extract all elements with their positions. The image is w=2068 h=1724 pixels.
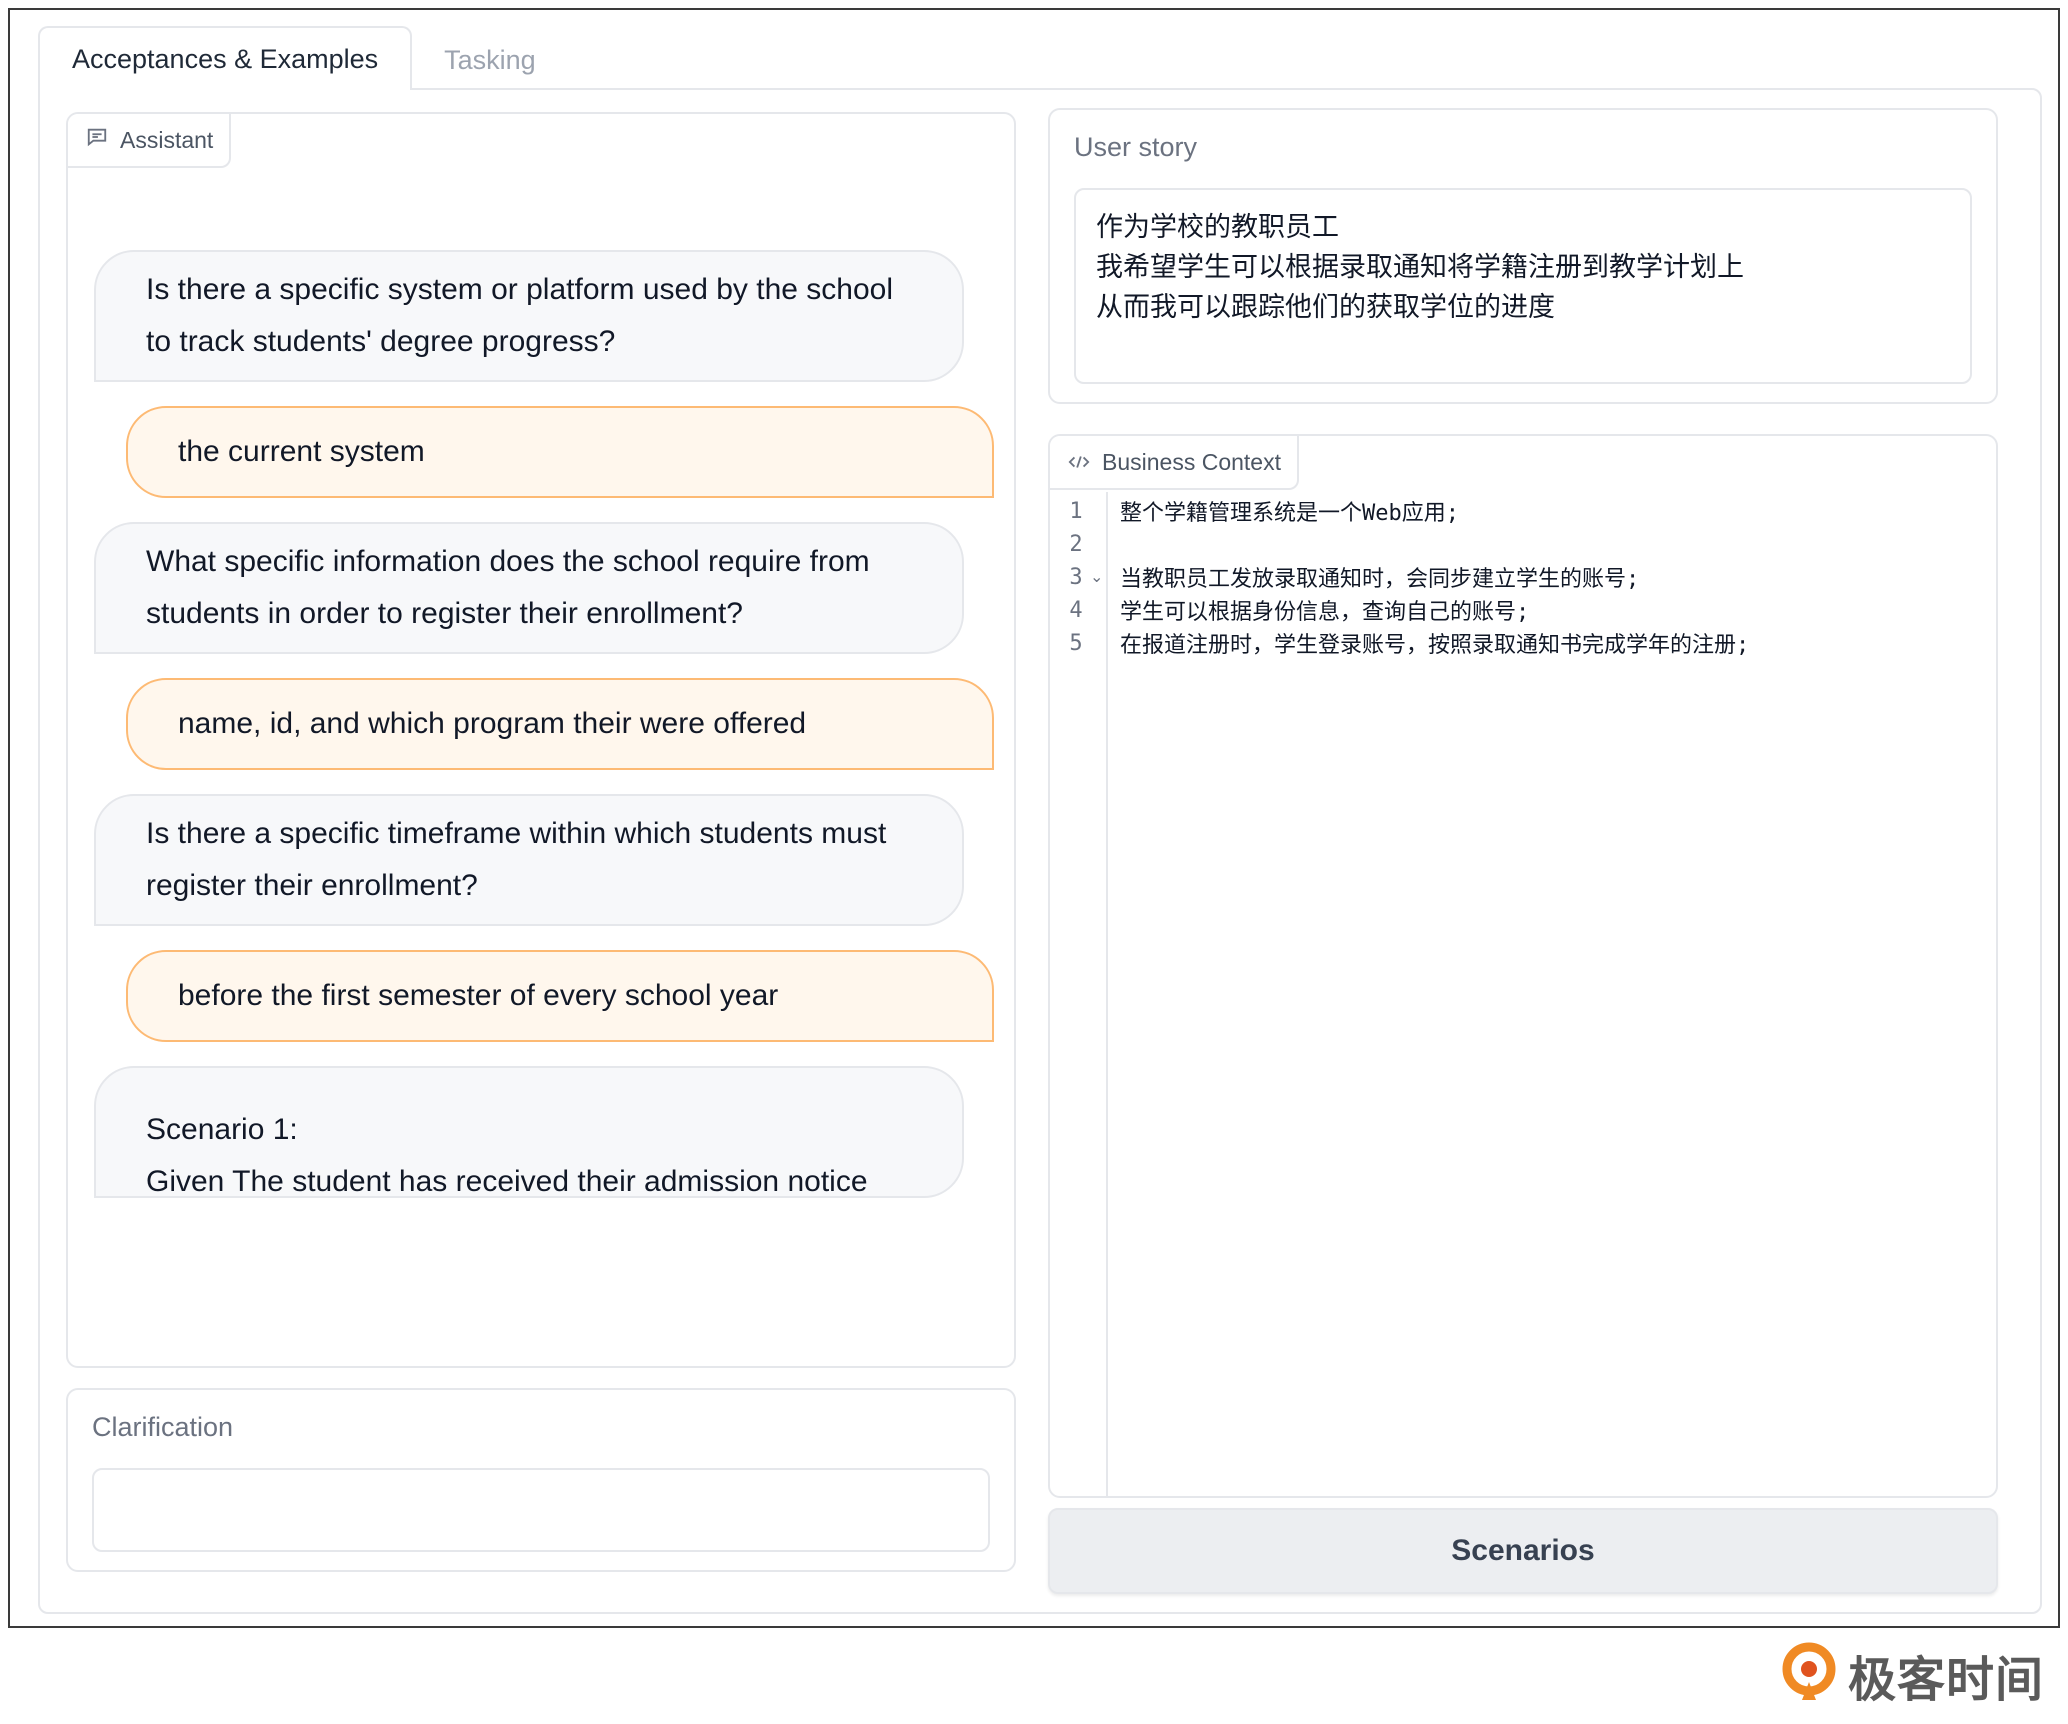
message-line: register their enrollment?	[146, 869, 478, 902]
message-list[interactable]: Is there a specific system or platform u…	[68, 192, 1014, 1366]
app-window: Acceptances & Examples Tasking Assistant…	[8, 8, 2060, 1628]
message-line: to track students' degree progress?	[146, 325, 616, 358]
user-story-textarea[interactable]: 作为学校的教职员工 我希望学生可以根据录取通知将学籍注册到教学计划上 从而我可以…	[1074, 188, 1972, 384]
assistant-message: Is there a specific system or platform u…	[94, 250, 964, 382]
business-context-badge: Business Context	[1050, 436, 1299, 490]
code-line[interactable]: 2	[1050, 527, 1996, 561]
assistant-message: Scenario 1: Given The student has receiv…	[94, 1066, 964, 1198]
business-context-label: Business Context	[1102, 448, 1281, 475]
message-line: before the first semester of every schoo…	[178, 979, 779, 1012]
assistant-message: What specific information does the schoo…	[94, 522, 964, 654]
message-line: the current system	[178, 435, 425, 468]
scenarios-button[interactable]: Scenarios	[1048, 1508, 1998, 1594]
business-context-editor: Business Context 1 整个学籍管理系统是一个Web应用; 2 3…	[1048, 434, 1998, 1498]
tab-panel: Assistant Is there a specific system or …	[38, 88, 2042, 1614]
code-text: 在报道注册时，学生登录账号，按照录取通知书完成学年的注册;	[1120, 633, 1750, 658]
user-story-label: User story	[1074, 132, 1198, 162]
assistant-message: Is there a specific timeframe within whi…	[94, 794, 964, 926]
assistant-badge: Assistant	[68, 114, 232, 168]
fold-chevron-icon[interactable]: ⌄	[1090, 567, 1103, 587]
code-text: 学生可以根据身份信息，查询自己的账号;	[1120, 600, 1530, 625]
code-line[interactable]: 1 整个学籍管理系统是一个Web应用;	[1050, 494, 1996, 528]
watermark: 极客时间	[1780, 1640, 2044, 1710]
line-number: 2	[1069, 531, 1083, 557]
user-message: the current system	[126, 406, 994, 498]
line-number: 4	[1069, 597, 1083, 623]
message-line: Is there a specific system or platform u…	[146, 273, 893, 306]
assistant-label: Assistant	[120, 126, 214, 153]
code-text: 整个学籍管理系统是一个Web应用;	[1120, 501, 1459, 526]
code-line[interactable]: 3 ⌄ 当教职员工发放录取通知时，会同步建立学生的账号;	[1050, 560, 1996, 594]
code-line[interactable]: 4 学生可以根据身份信息，查询自己的账号;	[1050, 593, 1996, 627]
message-line: Given The student has received their adm…	[146, 1165, 868, 1198]
message-line: Scenario 1:	[146, 1113, 298, 1146]
assistant-chatbot: Assistant Is there a specific system or …	[66, 112, 1016, 1368]
clarification-input[interactable]	[92, 1468, 990, 1552]
geektime-logo-icon	[1780, 1642, 1838, 1709]
code-text: 当教职员工发放录取通知时，会同步建立学生的账号;	[1120, 567, 1640, 592]
message-line: What specific information does the schoo…	[146, 545, 870, 578]
message-line: name, id, and which program their were o…	[178, 707, 807, 740]
message-line: Is there a specific timeframe within whi…	[146, 817, 887, 850]
chat-icon	[86, 126, 108, 154]
tab-acceptances-examples[interactable]: Acceptances & Examples	[38, 26, 413, 90]
line-number: 5	[1069, 630, 1083, 656]
tab-bar: Acceptances & Examples Tasking	[38, 24, 568, 90]
message-line: students in order to register their enro…	[146, 597, 743, 630]
clarification-label: Clarification	[92, 1412, 234, 1442]
code-line[interactable]: 5 在报道注册时，学生登录账号，按照录取通知书完成学年的注册;	[1050, 626, 1996, 660]
user-story-block: User story 作为学校的教职员工 我希望学生可以根据录取通知将学籍注册到…	[1048, 108, 1998, 404]
user-message: name, id, and which program their were o…	[126, 678, 994, 770]
watermark-text: 极客时间	[1847, 1652, 2044, 1708]
tab-tasking[interactable]: Tasking	[412, 30, 568, 90]
line-number: 1	[1069, 498, 1083, 524]
clarification-block: Clarification	[66, 1388, 1016, 1572]
code-icon	[1068, 449, 1090, 476]
user-message: before the first semester of every schoo…	[126, 950, 994, 1042]
